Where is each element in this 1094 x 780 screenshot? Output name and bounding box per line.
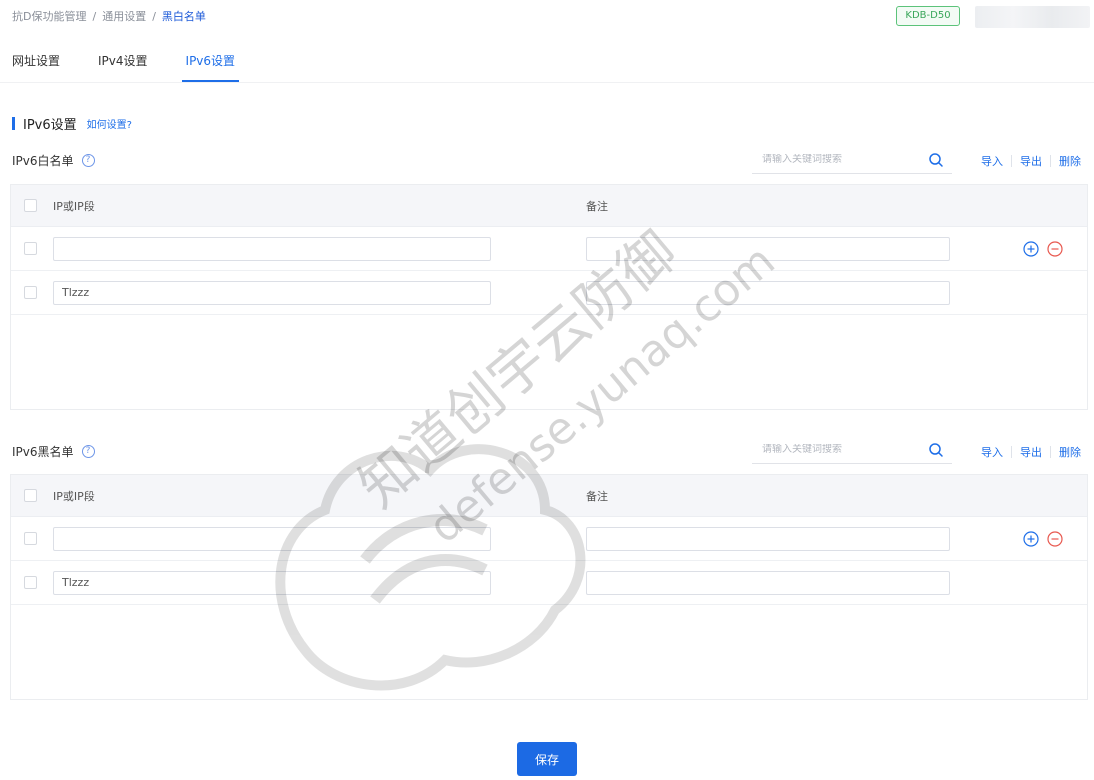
column-header-ip: IP或IP段 bbox=[53, 199, 95, 213]
divider bbox=[1011, 155, 1012, 167]
blacklist-header: IPv6黑名单 ? bbox=[12, 440, 95, 462]
note-input[interactable] bbox=[586, 280, 950, 305]
divider bbox=[1011, 446, 1012, 458]
whitelist-table: IP或IP段 备注 bbox=[10, 184, 1088, 410]
add-row-icon[interactable] bbox=[1023, 531, 1039, 547]
divider bbox=[1050, 446, 1051, 458]
blacklist-import-button[interactable]: 导入 bbox=[981, 444, 1003, 460]
table-row bbox=[11, 561, 1087, 605]
help-icon[interactable]: ? bbox=[81, 444, 95, 458]
column-header-note: 备注 bbox=[586, 489, 608, 503]
add-row-icon[interactable] bbox=[1023, 241, 1039, 257]
whitelist-header: IPv6白名单 ? bbox=[12, 149, 95, 171]
row-checkbox[interactable] bbox=[24, 286, 37, 299]
divider bbox=[1050, 155, 1051, 167]
package-badge: KDB-D50 bbox=[896, 6, 960, 26]
breadcrumb-item-general[interactable]: 通用设置 bbox=[102, 8, 146, 24]
row-checkbox[interactable] bbox=[24, 532, 37, 545]
tab-divider bbox=[0, 82, 1094, 83]
blacklist-title: IPv6黑名单 bbox=[12, 444, 74, 459]
how-to-configure-link[interactable]: 如何设置? bbox=[87, 116, 132, 131]
ip-input[interactable] bbox=[53, 526, 491, 551]
breadcrumb-current: 黑白名单 bbox=[161, 10, 206, 23]
table-header: IP或IP段 备注 bbox=[11, 185, 1087, 227]
column-header-ip: IP或IP段 bbox=[53, 489, 95, 503]
section-accent-bar bbox=[12, 117, 15, 130]
ip-input[interactable] bbox=[53, 570, 491, 595]
blacklist-export-button[interactable]: 导出 bbox=[1020, 444, 1042, 460]
table-header: IP或IP段 备注 bbox=[11, 475, 1087, 517]
table-row bbox=[11, 271, 1087, 315]
breadcrumb-separator: / bbox=[92, 9, 97, 23]
remove-row-icon[interactable] bbox=[1047, 531, 1063, 547]
table-row bbox=[11, 227, 1087, 271]
row-checkbox[interactable] bbox=[24, 576, 37, 589]
blacklist-search-input[interactable] bbox=[752, 444, 922, 455]
note-input[interactable] bbox=[586, 570, 950, 595]
ip-input[interactable] bbox=[53, 236, 491, 261]
blurred-user-area bbox=[975, 6, 1090, 28]
blacklist-delete-button[interactable]: 删除 bbox=[1059, 444, 1081, 460]
remove-row-icon[interactable] bbox=[1047, 241, 1063, 257]
whitelist-delete-button[interactable]: 删除 bbox=[1059, 153, 1081, 169]
breadcrumb: 抗D保功能管理 / 通用设置 / 黑白名单 bbox=[12, 8, 206, 24]
search-icon[interactable] bbox=[928, 442, 944, 458]
select-all-checkbox[interactable] bbox=[24, 489, 37, 502]
blacklist-table: IP或IP段 备注 bbox=[10, 474, 1088, 700]
select-all-checkbox[interactable] bbox=[24, 199, 37, 212]
tab-ipv4-settings[interactable]: IPv4设置 bbox=[98, 48, 148, 82]
save-button[interactable]: 保存 bbox=[517, 742, 577, 776]
whitelist-actions: 导入 导出 删除 bbox=[981, 153, 1081, 169]
row-checkbox[interactable] bbox=[24, 242, 37, 255]
blacklist-actions: 导入 导出 删除 bbox=[981, 444, 1081, 460]
ip-input[interactable] bbox=[53, 280, 491, 305]
whitelist-search-input[interactable] bbox=[752, 154, 922, 165]
whitelist-search bbox=[752, 146, 952, 174]
section-title: IPv6设置 bbox=[23, 118, 77, 133]
whitelist-export-button[interactable]: 导出 bbox=[1020, 153, 1042, 169]
blacklist-search bbox=[752, 436, 952, 464]
search-icon[interactable] bbox=[928, 152, 944, 168]
breadcrumb-item-ddos[interactable]: 抗D保功能管理 bbox=[12, 8, 86, 24]
whitelist-import-button[interactable]: 导入 bbox=[981, 153, 1003, 169]
whitelist-title: IPv6白名单 bbox=[12, 153, 74, 168]
section-header: IPv6设置 如何设置? bbox=[12, 114, 132, 133]
breadcrumb-separator: / bbox=[152, 9, 156, 23]
note-input[interactable] bbox=[586, 526, 950, 551]
help-icon[interactable]: ? bbox=[81, 153, 95, 167]
tab-bar: 网址设置 IPv4设置 IPv6设置 bbox=[12, 48, 273, 82]
tab-url-settings[interactable]: 网址设置 bbox=[12, 48, 60, 82]
tab-ipv6-settings[interactable]: IPv6设置 bbox=[181, 48, 239, 82]
note-input[interactable] bbox=[586, 236, 950, 261]
table-row bbox=[11, 517, 1087, 561]
column-header-note: 备注 bbox=[586, 199, 608, 213]
